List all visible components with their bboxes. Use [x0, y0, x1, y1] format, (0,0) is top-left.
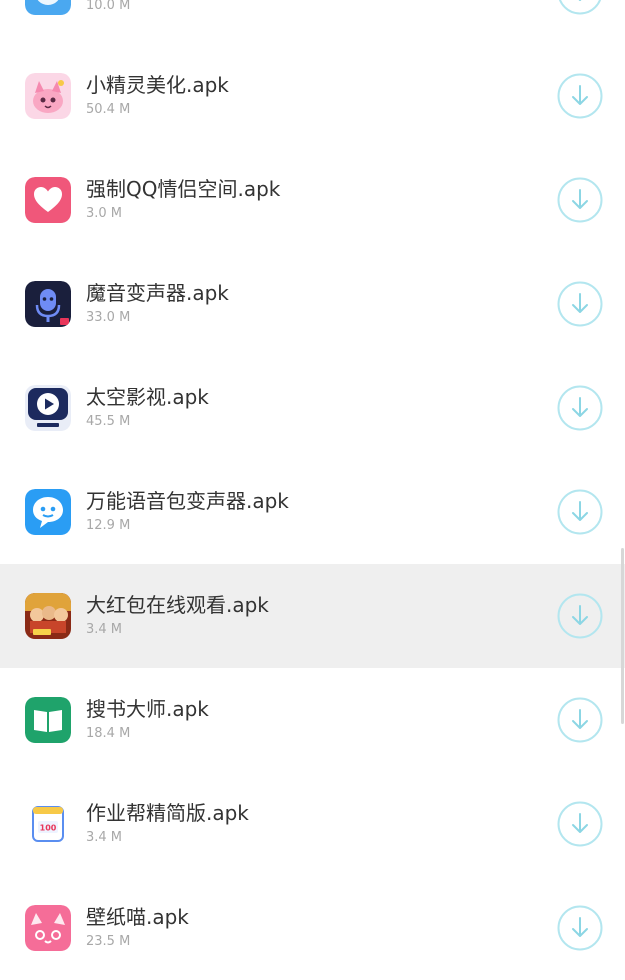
file-size: 45.5 M: [86, 414, 131, 429]
microphone-icon: [25, 281, 71, 327]
notebook-icon: 100: [25, 801, 71, 847]
file-row[interactable]: 小精灵美化.apk 50.4 M: [0, 44, 625, 148]
download-arrow-icon: [557, 593, 603, 639]
file-name: 魔音变声器.apk: [86, 281, 229, 305]
download-button[interactable]: [557, 73, 603, 119]
download-arrow-icon: [557, 177, 603, 223]
file-size: 12.9 M: [86, 518, 131, 533]
download-arrow-icon: [557, 281, 603, 327]
file-name: 搜书大师.apk: [86, 697, 209, 721]
download-button[interactable]: [557, 281, 603, 327]
download-arrow-icon: [558, 0, 602, 15]
file-row[interactable]: 强制QQ情侣空间.apk 3.0 M: [0, 148, 625, 252]
download-button[interactable]: [557, 593, 603, 639]
chat-bubble-icon: [25, 489, 71, 535]
download-arrow-icon: [557, 801, 603, 847]
file-size: 23.5 M: [86, 934, 131, 949]
file-size: 18.4 M: [86, 726, 131, 741]
blue-app-icon: [25, 0, 71, 15]
file-name: 大红包在线观看.apk: [86, 593, 269, 617]
download-arrow-icon: [557, 905, 603, 951]
download-button[interactable]: [557, 489, 603, 535]
download-arrow-icon: [557, 73, 603, 119]
file-row[interactable]: 魔音变声器.apk 33.0 M: [0, 252, 625, 356]
heart-icon: [25, 177, 71, 223]
file-row[interactable]: 10.0 M: [0, 0, 625, 44]
file-row[interactable]: 壁纸喵.apk 23.5 M: [0, 876, 625, 980]
download-button[interactable]: [557, 177, 603, 223]
play-icon: [25, 385, 71, 431]
file-row[interactable]: 搜书大师.apk 18.4 M: [0, 668, 625, 772]
pink-cartoon-cat-icon: [25, 73, 71, 119]
download-arrow-icon: [557, 697, 603, 743]
download-button[interactable]: [557, 385, 603, 431]
scrollbar[interactable]: [621, 548, 624, 724]
file-row[interactable]: 太空影视.apk 45.5 M: [0, 356, 625, 460]
file-name: 壁纸喵.apk: [86, 905, 189, 929]
download-button[interactable]: [557, 697, 603, 743]
download-arrow-icon: [557, 385, 603, 431]
file-size: 3.0 M: [86, 206, 123, 221]
file-size: 50.4 M: [86, 102, 131, 117]
file-size: 10.0 M: [86, 0, 131, 13]
download-arrow-icon: [557, 489, 603, 535]
file-size: 3.4 M: [86, 830, 123, 845]
book-icon: [25, 697, 71, 743]
download-button[interactable]: [557, 0, 603, 15]
file-row[interactable]: 100 作业帮精简版.apk 3.4 M: [0, 772, 625, 876]
svg-text:100: 100: [40, 824, 57, 833]
file-name: 强制QQ情侣空间.apk: [86, 177, 281, 201]
file-size: 3.4 M: [86, 622, 123, 637]
download-button[interactable]: [557, 801, 603, 847]
file-name: 作业帮精简版.apk: [86, 801, 249, 825]
download-button[interactable]: [557, 905, 603, 951]
file-name: 太空影视.apk: [86, 385, 209, 409]
file-row[interactable]: 大红包在线观看.apk 3.4 M: [0, 564, 625, 668]
cat-face-icon: [25, 905, 71, 951]
file-row[interactable]: 万能语音包变声器.apk 12.9 M: [0, 460, 625, 564]
file-size: 33.0 M: [86, 310, 131, 325]
file-name: 小精灵美化.apk: [86, 73, 229, 97]
movie-poster-icon: [25, 593, 71, 639]
file-name: 万能语音包变声器.apk: [86, 489, 289, 513]
